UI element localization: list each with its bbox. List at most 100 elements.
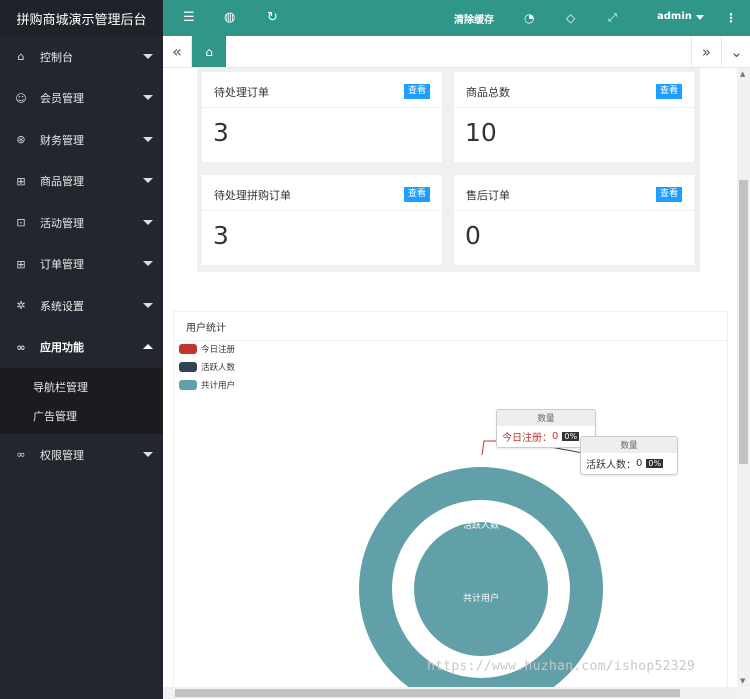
link-icon: ∞ (16, 340, 26, 354)
scroll-down-icon[interactable]: ▼ (740, 677, 745, 685)
home-icon: ⌂ (17, 50, 25, 64)
sidebar: 拼购商城演示管理后台 ⌂ 控制台 ☺ 会员管理 ⊛ 财务管理 ⊞ 商品管理 ⊡ … (0, 0, 163, 699)
label-line (481, 440, 496, 456)
fullscreen-icon[interactable]: ⤢ (608, 10, 617, 26)
sidebar-item-label: 权限管理 (40, 448, 84, 462)
tooltip-header: 数量 (497, 410, 595, 426)
app-title: 拼购商城演示管理后台 (0, 0, 163, 36)
menu-toggle-icon[interactable]: ☰ (183, 10, 195, 26)
inner-pie[interactable] (414, 522, 548, 656)
gear-icon: ✲ (16, 299, 26, 313)
link-icon: ∞ (16, 448, 26, 462)
card-total-goods: 商品总数 查看 10 (454, 72, 694, 162)
sidebar-item-settings[interactable]: ✲ 系统设置 (0, 285, 163, 327)
sidebar-item-activity[interactable]: ⊡ 活动管理 (0, 202, 163, 244)
card-title: 待处理拼购订单 (214, 189, 291, 202)
chevron-down-icon (143, 136, 153, 142)
clear-cache-button[interactable]: 清除缓存 (454, 11, 494, 26)
sidebar-item-label: 会员管理 (40, 92, 84, 106)
chevron-down-icon (143, 95, 153, 101)
sidebar-item-dashboard[interactable]: ⌂ 控制台 (0, 36, 163, 78)
watermark: https://www.huzhan.com/ishop52329 (427, 659, 696, 674)
scroll-up-icon[interactable]: ▲ (740, 70, 745, 78)
sidebar-item-permissions[interactable]: ∞ 权限管理 (0, 434, 163, 476)
sidebar-item-goods[interactable]: ⊞ 商品管理 (0, 161, 163, 203)
tooltip-body: 活跃人数： 0 0% (581, 453, 677, 474)
view-button[interactable]: 查看 (403, 84, 430, 99)
sidebar-item-members[interactable]: ☺ 会员管理 (0, 78, 163, 120)
sidebar-item-label: 商品管理 (40, 175, 84, 189)
chevron-down-icon (143, 53, 153, 59)
tag-icon[interactable]: ◇ (566, 10, 575, 26)
refresh-icon[interactable]: ↻ (267, 10, 278, 26)
sidebar-item-label: 应用功能 (40, 341, 84, 355)
card-divider (454, 210, 694, 211)
card-value: 0 (465, 221, 481, 250)
tooltip-percent: 0% (646, 459, 664, 468)
view-button[interactable]: 查看 (655, 84, 682, 99)
tooltip-percent: 0% (562, 432, 580, 441)
tooltip-label: 今日注册： (502, 433, 552, 444)
horizontal-scrollbar[interactable] (163, 687, 737, 699)
sidebar-item-label: 财务管理 (40, 133, 84, 147)
card-title: 售后订单 (466, 189, 510, 202)
tab-options-icon[interactable]: ⌄ (721, 36, 750, 67)
sidebar-item-apps[interactable]: ∞ 应用功能 (0, 327, 163, 369)
vertical-scrollbar[interactable]: ▲ ▼ (737, 68, 750, 687)
inner-label-active: 活跃人数 (463, 519, 499, 531)
scrollbar-thumb[interactable] (175, 689, 680, 697)
user-stats-panel: 用户统计 今日注册 活跃人数 共计用户 今日注册 活跃人数 共计用户 数量 今日… (173, 311, 728, 687)
chevron-up-icon (143, 344, 153, 350)
chevron-down-icon (143, 261, 153, 267)
chevron-down-icon (696, 15, 704, 20)
home-icon: ⌂ (205, 44, 213, 59)
sidebar-item-finance[interactable]: ⊛ 财务管理 (0, 119, 163, 161)
user-stats-chart: 今日注册 活跃人数 共计用户 (359, 440, 603, 687)
view-button[interactable]: 查看 (403, 187, 430, 202)
tab-scroll-right-icon[interactable]: » (691, 36, 721, 67)
gift-icon: ⊡ (16, 216, 26, 230)
tooltip-label: 活跃人数： (586, 460, 636, 471)
sidebar-item-label: 订单管理 (40, 258, 84, 272)
card-pending-orders: 待处理订单 查看 3 (202, 72, 442, 162)
sidebar-item-label: 系统设置 (40, 299, 84, 313)
more-icon[interactable]: ⋮ (725, 10, 737, 26)
view-button[interactable]: 查看 (655, 187, 682, 202)
user-menu[interactable]: admin (657, 11, 692, 22)
top-header: ☰ ◍ ↻ 清除缓存 ◔ ◇ ⤢ admin ⋮ (163, 0, 750, 36)
card-title: 待处理订单 (214, 86, 269, 99)
tooltip-value: 0 (552, 431, 559, 442)
user-icon: ☺ (15, 91, 27, 105)
sidebar-item-label: 活动管理 (40, 216, 84, 230)
sidebar-subitem-navbar[interactable]: 导航栏管理 (0, 372, 163, 401)
sidebar-subitem-ads[interactable]: 广告管理 (0, 401, 163, 430)
scrollbar-thumb[interactable] (739, 180, 748, 464)
inner-label-total: 共计用户 (463, 592, 499, 604)
tab-scroll-left-icon[interactable]: « (163, 36, 192, 67)
chevron-down-icon (143, 302, 153, 308)
theme-icon[interactable]: ◔ (524, 10, 534, 26)
chevron-down-icon (143, 451, 153, 457)
card-divider (202, 210, 442, 211)
card-value: 3 (213, 118, 229, 147)
chevron-down-icon (143, 219, 153, 225)
card-divider (454, 107, 694, 108)
tooltip-header: 数量 (581, 437, 677, 453)
tooltip-active: 数量 活跃人数： 0 0% (580, 436, 678, 475)
sidebar-item-orders[interactable]: ⊞ 订单管理 (0, 244, 163, 286)
tab-home[interactable]: ⌂ (192, 36, 226, 67)
goods-icon: ⊞ (16, 174, 26, 188)
sidebar-submenu: 导航栏管理 广告管理 (0, 368, 163, 434)
tab-bar: « ⌂ » ⌄ (163, 36, 750, 68)
chevron-down-icon (143, 178, 153, 184)
main-content: 待处理订单 查看 3 商品总数 查看 10 待处理拼购订单 查看 3 售后订单 … (163, 68, 737, 687)
card-divider (202, 107, 442, 108)
finance-icon: ⊛ (16, 133, 26, 147)
card-title: 商品总数 (466, 86, 510, 99)
card-value: 3 (213, 221, 229, 250)
card-value: 10 (465, 118, 497, 147)
summary-cards: 待处理订单 查看 3 商品总数 查看 10 待处理拼购订单 查看 3 售后订单 … (197, 68, 700, 272)
globe-icon[interactable]: ◍ (224, 10, 235, 26)
card-pending-group-orders: 待处理拼购订单 查看 3 (202, 175, 442, 265)
tooltip-value: 0 (636, 458, 643, 469)
